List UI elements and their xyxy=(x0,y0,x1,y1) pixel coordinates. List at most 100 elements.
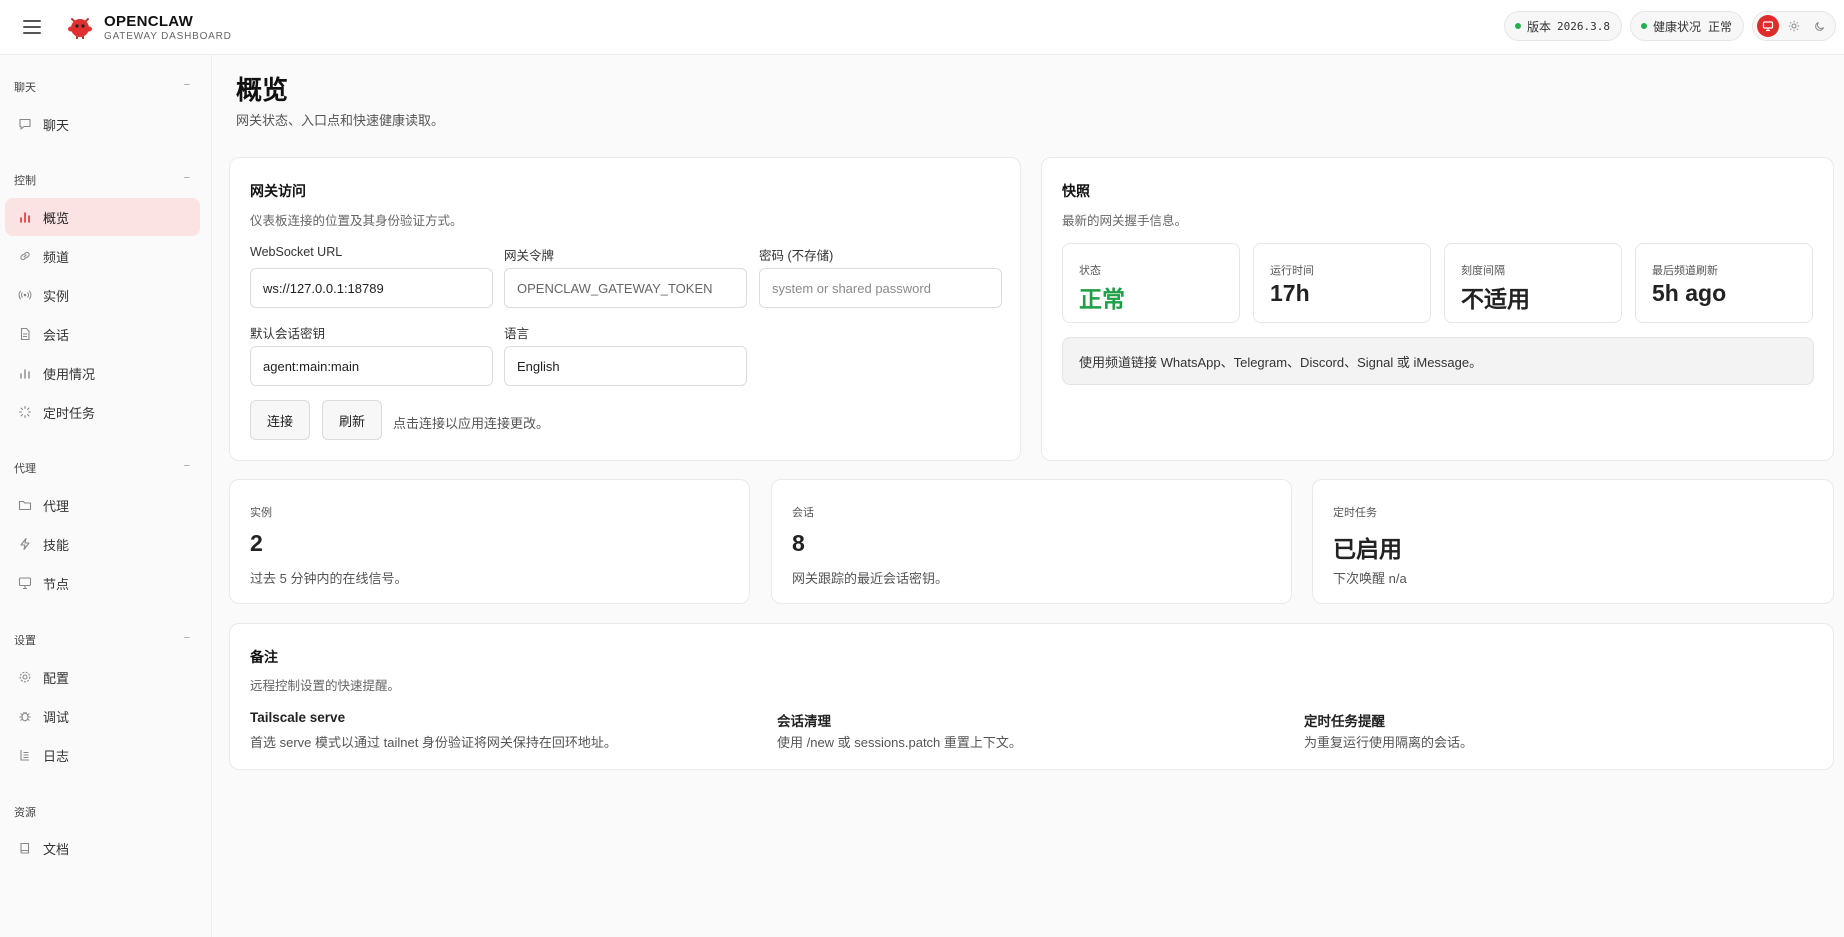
sidebar-item-docs[interactable]: 文档 xyxy=(5,829,200,867)
health-pill: 健康状况 正常 xyxy=(1629,11,1744,41)
sidebar-item-label: 技能 xyxy=(43,537,70,553)
stat-label: 最后频道刷新 xyxy=(1652,265,1718,277)
stat-value: 正常 xyxy=(1079,286,1125,312)
sidebar-item-overview[interactable]: 概览 xyxy=(5,198,200,236)
sidebar-section-control[interactable]: 控制 − xyxy=(14,172,190,188)
stat-label: 运行时间 xyxy=(1270,265,1314,277)
sidebar-item-label: 文档 xyxy=(43,841,70,857)
sidebar-item-label: 会话 xyxy=(43,327,70,343)
sidebar-item-instances[interactable]: 实例 xyxy=(5,276,200,314)
sidebar-section-chat[interactable]: 聊天 − xyxy=(14,79,190,95)
card-title: 备注 xyxy=(250,649,278,665)
channels-callout: 使用频道链接 WhatsApp、Telegram、Discord、Signal … xyxy=(1062,337,1814,385)
sidebar-item-label: 实例 xyxy=(43,288,70,304)
session-key-label: 默认会话密钥 xyxy=(250,327,326,341)
sidebar: 聊天 − 聊天 控制 − 概览 频道 实例 会话 使用情况 定时任务 代理 − 代理 … xyxy=(0,55,212,937)
sidebar-section-agents[interactable]: 代理 − xyxy=(14,460,190,476)
language-select[interactable] xyxy=(504,346,747,386)
metric-description: 过去 5 分钟内的在线信号。 xyxy=(250,571,408,586)
brand-subtitle: GATEWAY DASHBOARD xyxy=(104,30,232,42)
section-label: 控制 xyxy=(14,175,36,187)
stat-last-channel-refresh: 最后频道刷新 5h ago xyxy=(1635,243,1813,323)
websocket-url-label: WebSocket URL xyxy=(250,245,343,259)
section-label: 聊天 xyxy=(14,82,36,94)
section-label: 设置 xyxy=(14,635,36,647)
sidebar-item-config[interactable]: 配置 xyxy=(5,658,200,696)
document-icon xyxy=(17,326,33,342)
refresh-button[interactable]: 刷新 xyxy=(322,400,382,440)
bug-icon xyxy=(17,708,33,724)
sidebar-item-channels[interactable]: 频道 xyxy=(5,237,200,275)
note-text: 使用 /new 或 sessions.patch 重置上下文。 xyxy=(777,735,1022,750)
usage-chart-icon xyxy=(17,365,33,381)
sidebar-item-nodes[interactable]: 节点 xyxy=(5,564,200,602)
sidebar-item-chat[interactable]: 聊天 xyxy=(5,105,200,143)
gateway-token-label: 网关令牌 xyxy=(504,249,555,263)
sidebar-item-label: 频道 xyxy=(43,249,70,265)
sidebar-item-label: 定时任务 xyxy=(43,405,96,421)
session-key-input[interactable] xyxy=(250,346,493,386)
link-icon xyxy=(17,248,33,264)
card-subtitle: 最新的网关握手信息。 xyxy=(1062,214,1188,228)
stat-uptime: 运行时间 17h xyxy=(1253,243,1431,323)
stat-label: 状态 xyxy=(1079,265,1101,277)
password-label: 密码 (不存储) xyxy=(759,249,834,263)
book-icon xyxy=(17,840,33,856)
menu-icon[interactable] xyxy=(23,20,41,34)
collapse-icon: − xyxy=(183,79,190,91)
stat-status: 状态 正常 xyxy=(1062,243,1240,323)
brand-title: OPENCLAW xyxy=(104,12,194,30)
connect-button[interactable]: 连接 xyxy=(250,400,310,440)
metric-label: 定时任务 xyxy=(1333,507,1377,519)
collapse-icon: − xyxy=(183,172,190,184)
theme-dark-button[interactable] xyxy=(1809,15,1831,37)
sidebar-item-label: 日志 xyxy=(43,748,70,764)
notes-card: 备注 远程控制设置的快速提醒。 Tailscale serve 首选 serve… xyxy=(229,623,1834,770)
gateway-token-input[interactable] xyxy=(504,268,747,308)
sidebar-item-sessions[interactable]: 会话 xyxy=(5,315,200,353)
theme-switcher xyxy=(1752,11,1836,41)
theme-light-button[interactable] xyxy=(1783,15,1805,37)
version-value: 2026.3.8 xyxy=(1556,19,1610,33)
card-subtitle: 远程控制设置的快速提醒。 xyxy=(250,679,401,693)
collapse-icon: − xyxy=(183,632,190,644)
sidebar-item-skills[interactable]: 技能 xyxy=(5,525,200,563)
top-bar: OPENCLAW GATEWAY DASHBOARD 版本 2026.3.8 健… xyxy=(0,0,1844,55)
sun-icon xyxy=(1788,20,1800,32)
radio-icon xyxy=(17,287,33,303)
gear-icon xyxy=(17,669,33,685)
collapse-icon: − xyxy=(183,460,190,472)
theme-system-button[interactable] xyxy=(1757,15,1779,37)
card-title: 快照 xyxy=(1062,183,1090,199)
openclaw-logo-icon xyxy=(68,18,92,39)
sidebar-item-debug[interactable]: 调试 xyxy=(5,697,200,735)
sidebar-section-settings[interactable]: 设置 − xyxy=(14,632,190,648)
note-title: Tailscale serve xyxy=(250,710,346,725)
note-title: 定时任务提醒 xyxy=(1304,714,1385,729)
note-title: 会话清理 xyxy=(777,714,831,729)
websocket-url-input[interactable] xyxy=(250,268,493,308)
sidebar-item-usage[interactable]: 使用情况 xyxy=(5,354,200,392)
password-input[interactable] xyxy=(759,268,1002,308)
section-label: 代理 xyxy=(14,463,36,475)
metric-value: 8 xyxy=(792,530,805,556)
stat-value: 5h ago xyxy=(1652,280,1727,306)
folder-icon xyxy=(17,497,33,513)
sidebar-item-label: 配置 xyxy=(43,670,70,686)
cron-metric-card: 定时任务 已启用 下次唤醒 n/a xyxy=(1312,479,1834,604)
monitor-icon xyxy=(17,575,33,591)
sidebar-item-label: 聊天 xyxy=(43,117,70,133)
gateway-access-card: 网关访问 仪表板连接的位置及其身份验证方式。 WebSocket URL 网关令… xyxy=(229,157,1021,461)
sidebar-section-resources: 资源 xyxy=(14,804,190,820)
sidebar-item-agents[interactable]: 代理 xyxy=(5,486,200,524)
metric-value: 已启用 xyxy=(1333,536,1402,562)
sidebar-item-logs[interactable]: 日志 xyxy=(5,736,200,774)
card-subtitle: 仪表板连接的位置及其身份验证方式。 xyxy=(250,214,463,228)
bolt-icon xyxy=(17,536,33,552)
snapshot-card: 快照 最新的网关握手信息。 状态 正常 运行时间 17h 刻度间隔 不适用 最后… xyxy=(1041,157,1834,461)
sidebar-item-cron[interactable]: 定时任务 xyxy=(5,393,200,431)
loader-icon xyxy=(17,404,33,420)
connect-hint: 点击连接以应用连接更改。 xyxy=(393,416,550,431)
language-label: 语言 xyxy=(504,327,530,341)
metric-label: 实例 xyxy=(250,507,272,519)
